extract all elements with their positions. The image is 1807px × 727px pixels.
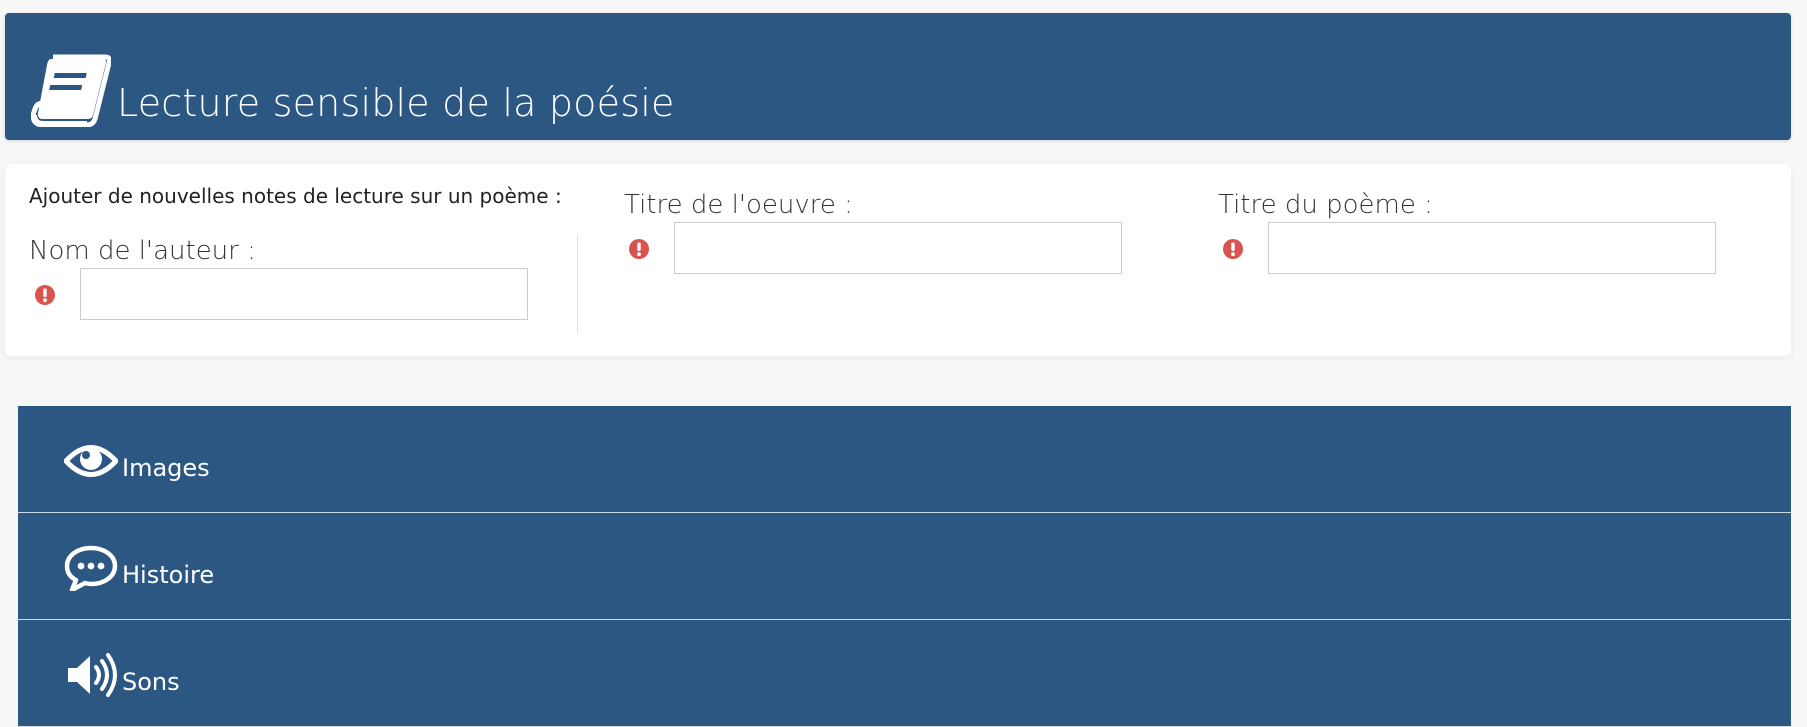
notes-accordion: Images Histoire Sons (18, 406, 1791, 727)
author-input[interactable] (80, 268, 528, 320)
work-title-input[interactable] (674, 222, 1122, 274)
accordion-item-sons[interactable]: Sons (18, 620, 1791, 727)
exclamation-circle-icon (629, 239, 649, 259)
page-title: Lecture sensible de la poésie (117, 81, 675, 125)
app-header: Lecture sensible de la poésie (5, 13, 1791, 140)
volume-icon (68, 653, 117, 697)
column-divider (577, 234, 578, 334)
accordion-item-images[interactable]: Images (18, 406, 1791, 513)
new-notes-form: Ajouter de nouvelles notes de lecture su… (5, 164, 1791, 356)
poem-title-input[interactable] (1268, 222, 1716, 274)
poem-title-label: Titre du poème : (1218, 190, 1433, 220)
work-title-label: Titre de l'oeuvre : (624, 190, 853, 220)
exclamation-circle-icon (35, 285, 55, 305)
form-intro: Ajouter de nouvelles notes de lecture su… (29, 184, 562, 208)
accordion-label: Images (122, 454, 210, 482)
eye-icon (64, 445, 118, 477)
accordion-item-histoire[interactable]: Histoire (18, 513, 1791, 620)
accordion-label: Histoire (122, 561, 215, 589)
author-label: Nom de l'auteur : (29, 236, 256, 266)
accordion-label: Sons (122, 668, 180, 696)
book-icon (31, 54, 111, 127)
exclamation-circle-icon (1223, 239, 1243, 259)
speech-bubble-icon (64, 545, 118, 591)
